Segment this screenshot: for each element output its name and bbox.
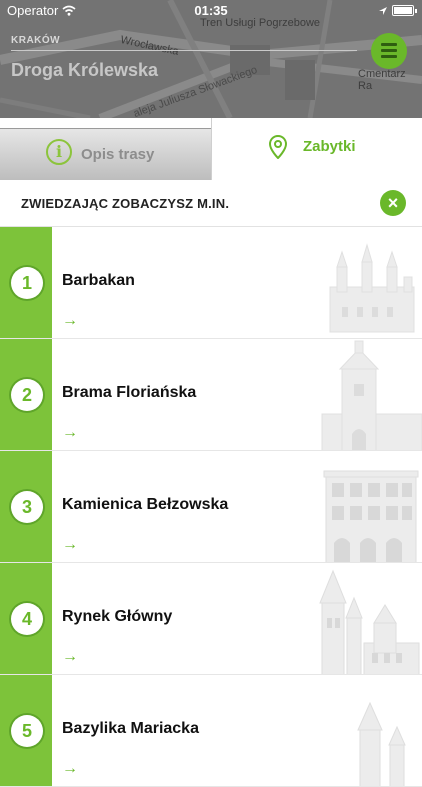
- item-title: Rynek Główny: [62, 608, 173, 625]
- info-icon: i: [46, 139, 72, 165]
- item-number-badge: 4: [11, 603, 43, 635]
- arrow-right-icon[interactable]: →: [62, 424, 78, 442]
- tab-route-description[interactable]: i Opis trasy: [0, 128, 211, 180]
- gate-illustration: [321, 340, 422, 450]
- tab-label: Zabytki: [303, 138, 356, 155]
- location-arrow-icon: [378, 4, 388, 19]
- basilica-illustration: [357, 701, 406, 786]
- map-label: Cmentarz Ra: [358, 68, 406, 92]
- tab-monuments[interactable]: Zabytki: [211, 118, 422, 180]
- list-item[interactable]: 2 Brama Floriańska →: [0, 339, 422, 451]
- barbican-illustration: [329, 243, 415, 333]
- section-header: ZWIEDZAJĄC ZOBACZYSZ M.IN. ×: [0, 180, 422, 227]
- list-item[interactable]: 5 Bazylika Mariacka →: [0, 675, 422, 787]
- close-icon: ×: [387, 193, 399, 213]
- item-title: Kamienica Bełzowska: [62, 496, 229, 513]
- item-title: Bazylika Mariacka: [62, 720, 199, 737]
- item-number-badge: 5: [11, 715, 43, 747]
- arrow-right-icon[interactable]: →: [62, 760, 78, 778]
- close-button[interactable]: ×: [380, 190, 406, 216]
- tenement-illustration: [323, 470, 419, 562]
- battery-icon: [392, 5, 417, 16]
- list-item[interactable]: 4 Rynek Główny →: [0, 563, 422, 675]
- item-number-badge: 2: [11, 379, 43, 411]
- item-title: Barbakan: [62, 272, 135, 289]
- hamburger-icon: [381, 43, 397, 46]
- city-label: KRAKÓW: [11, 35, 61, 46]
- map-pin-icon: [268, 134, 288, 164]
- item-number-badge: 3: [11, 491, 43, 523]
- monument-list: 1 Barbakan → 2 Brama Floriańska → 3 Kami…: [0, 227, 422, 787]
- tab-label: Opis trasy: [81, 146, 155, 163]
- item-title: Brama Floriańska: [62, 384, 197, 401]
- section-title: ZWIEDZAJĄC ZOBACZYSZ M.IN.: [21, 196, 230, 211]
- map-header[interactable]: Operator 01:35 Tren Usługi Pogrzebowe Wr…: [0, 0, 422, 118]
- list-item[interactable]: 1 Barbakan →: [0, 227, 422, 339]
- map-label: Tren Usługi Pogrzebowe: [200, 17, 321, 29]
- arrow-right-icon[interactable]: →: [62, 536, 78, 554]
- market-square-illustration: [319, 569, 420, 674]
- menu-button[interactable]: [371, 33, 407, 69]
- arrow-right-icon[interactable]: →: [62, 312, 78, 330]
- list-item[interactable]: 3 Kamienica Bełzowska →: [0, 451, 422, 563]
- clock: 01:35: [194, 3, 228, 18]
- divider: [11, 50, 357, 51]
- item-number-badge: 1: [11, 267, 43, 299]
- tab-bar: i Opis trasy Zabytki: [0, 118, 422, 180]
- arrow-right-icon[interactable]: →: [62, 648, 78, 666]
- route-title: Droga Królewska: [11, 60, 159, 80]
